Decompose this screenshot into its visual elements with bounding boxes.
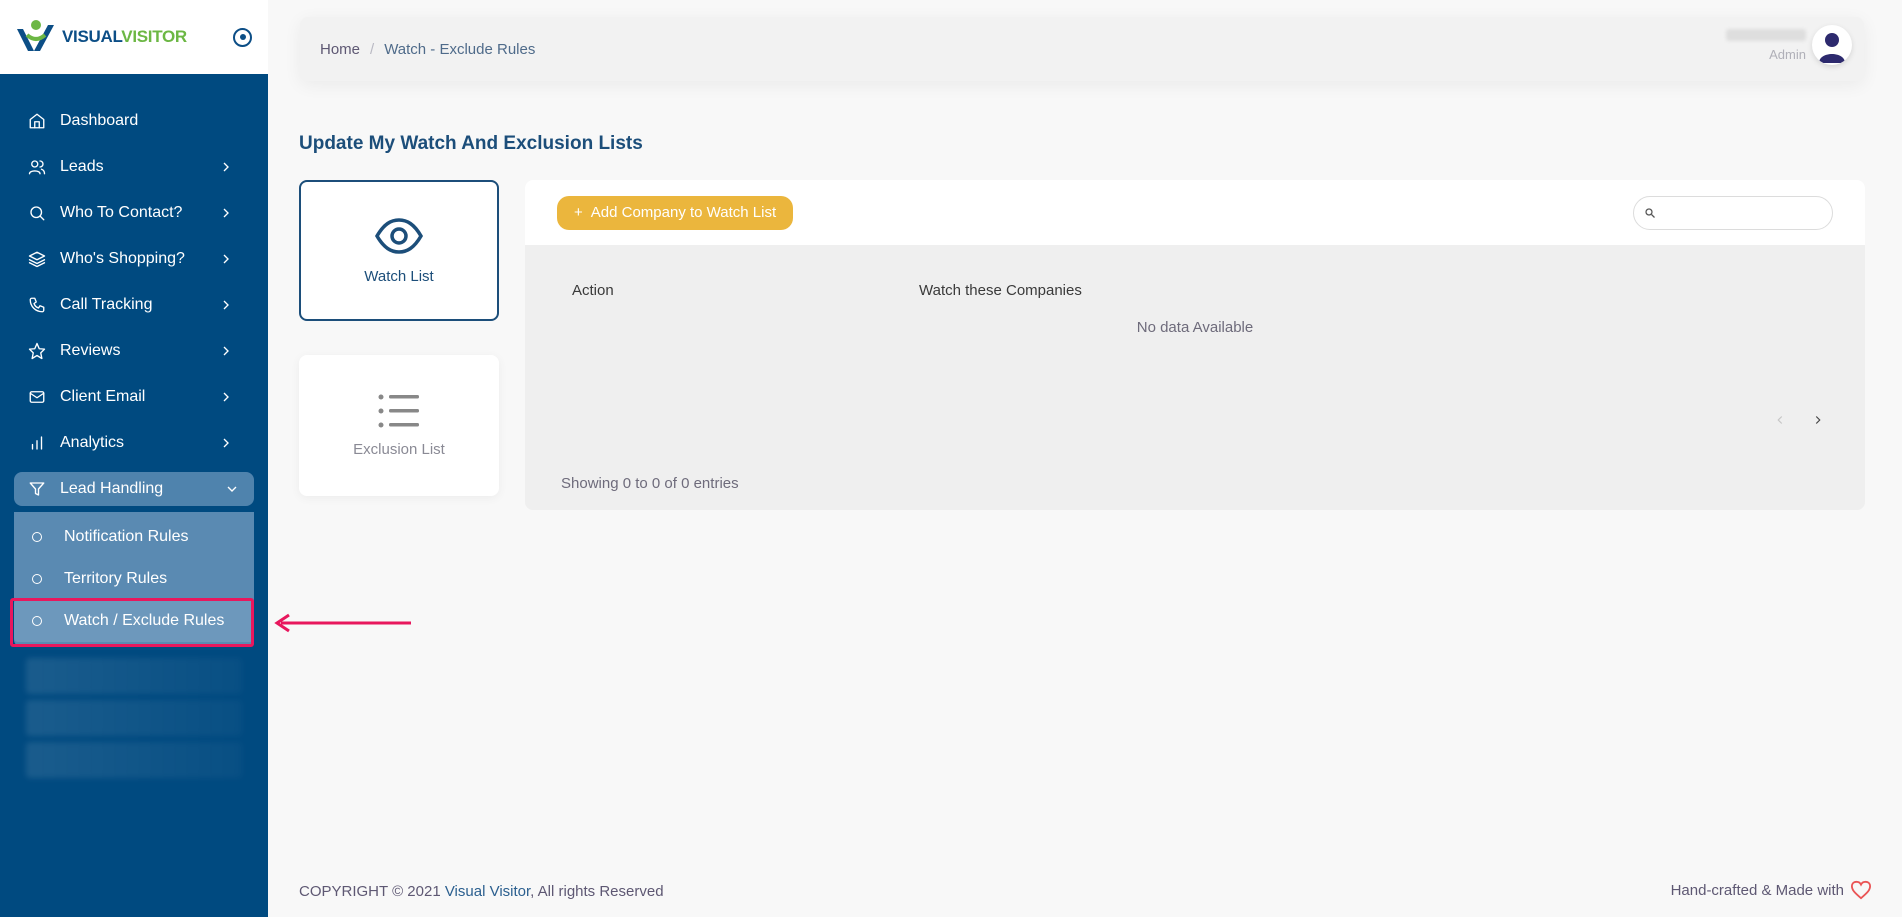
user-avatar-icon [1819,33,1845,63]
chevron-right-icon [218,251,234,267]
avatar[interactable] [1812,25,1852,65]
plus-icon: + [574,204,583,221]
list-icon [378,394,419,428]
chevron-right-icon [218,435,234,451]
collapse-toggle-icon[interactable] [233,27,252,47]
sidebar-item-reviews[interactable]: Reviews [0,328,268,374]
sidebar-subitem-notification-rules[interactable]: Notification Rules [14,516,254,558]
watch-list-panel: + Add Company to Watch List Action Watch… [525,180,1865,510]
mail-icon [28,388,46,406]
highlight-annotation-box [10,598,254,647]
circle-icon [32,532,42,542]
sidebar-item-client-email[interactable]: Client Email [0,374,268,420]
add-company-button-label: Add Company to Watch List [590,204,777,221]
blurred-menu-group [0,658,268,778]
sidebar-item-label: Analytics [60,434,125,451]
table-info-text: Showing 0 to 0 of 0 entries [561,475,739,492]
sidebar-item-label: Who's Shopping? [60,250,185,267]
breadcrumb-home[interactable]: Home [320,41,360,58]
copyright-brand-link[interactable]: Visual Visitor [445,883,530,900]
logo-mark-icon [17,20,54,51]
layers-icon [28,250,46,268]
star-icon [28,342,46,360]
chevron-right-icon [218,159,234,175]
sidebar-item-whos-shopping[interactable]: Who's Shopping? [0,236,268,282]
search-input[interactable] [1633,195,1833,230]
footer-copyright: COPYRIGHT © 2021 Visual Visitor, All rig… [299,883,664,900]
sidebar-item-label: Call Tracking [60,296,153,313]
sidebar-item-label: Dashboard [60,112,139,129]
chevron-down-icon [224,481,240,497]
filter-icon [28,480,46,498]
chevron-right-icon [218,205,234,221]
eye-icon [375,218,423,254]
sidebar-subitem-label: Notification Rules [64,528,189,545]
sidebar-item-label: Lead Handling [60,480,164,497]
user-menu[interactable]: Admin [1726,25,1852,65]
blurred-menu-item [26,700,242,736]
breadcrumb-separator: / [370,40,375,58]
chevron-right-icon [218,389,234,405]
brand-bar: VISUALVISITOR [0,0,268,74]
sidebar-subitem-label: Territory Rules [64,570,168,587]
breadcrumb-current: Watch - Exclude Rules [384,40,536,58]
user-role: Admin [1769,46,1806,62]
circle-icon [32,574,42,584]
empty-state-text: No data Available [1136,319,1254,336]
copyright-prefix: COPYRIGHT © 2021 [299,883,445,900]
chevron-right-icon [218,343,234,359]
sidebar: VISUALVISITOR Dashboard Leads Who To Con… [0,0,268,917]
logo-text: VISUALVISITOR [62,27,187,47]
sidebar-item-dashboard[interactable]: Dashboard [0,98,268,144]
sidebar-item-leads[interactable]: Leads [0,144,268,190]
annotation-arrow-icon [274,613,411,633]
sidebar-nav: Dashboard Leads Who To Contact? Who's Sh… [0,74,268,778]
bar-chart-icon [28,434,46,452]
panel-toolbar: + Add Company to Watch List [525,180,1865,245]
user-name-redacted [1726,28,1806,41]
logo-text-visual: VISUAL [62,27,122,46]
user-meta: Admin [1726,28,1806,62]
tab-exclusion-list[interactable]: Exclusion List [299,355,499,496]
tab-watch-list[interactable]: Watch List [299,180,499,321]
tab-label: Watch List [364,268,434,285]
pagination [1773,413,1825,427]
search-icon [1645,207,1655,218]
home-icon [28,112,46,130]
copyright-suffix: , All rights Reserved [530,883,664,900]
made-with-text: Hand-crafted & Made with [1670,881,1844,899]
top-header: Home / Watch - Exclude Rules Admin [300,17,1864,81]
logo-text-visitor: VISITOR [121,27,187,46]
sidebar-item-lead-handling[interactable]: Lead Handling [14,472,254,506]
sidebar-item-call-tracking[interactable]: Call Tracking [0,282,268,328]
blurred-menu-item [26,742,242,778]
sidebar-item-label: Reviews [60,342,121,359]
phone-icon [28,296,46,314]
blurred-menu-item [26,658,242,694]
logo[interactable]: VISUALVISITOR [14,17,187,57]
add-company-button[interactable]: + Add Company to Watch List [557,195,794,230]
footer-made-with: Hand-crafted & Made with [1671,880,1872,900]
sidebar-item-analytics[interactable]: Analytics [0,420,268,466]
chevron-right-icon[interactable] [1811,413,1825,427]
sidebar-item-label: Who To Contact? [60,204,183,221]
users-icon [28,158,46,176]
chevron-left-icon[interactable] [1773,413,1787,427]
column-header-companies[interactable]: Watch these Companies [919,282,1082,299]
page-title: Update My Watch And Exclusion Lists [299,133,643,154]
search-icon [28,204,46,222]
sidebar-item-label: Client Email [60,388,146,405]
chevron-right-icon [218,297,234,313]
sidebar-item-who-to-contact[interactable]: Who To Contact? [0,190,268,236]
column-header-action[interactable]: Action [572,282,919,299]
sidebar-subitem-territory-rules[interactable]: Territory Rules [14,558,254,600]
sidebar-item-label: Leads [60,158,104,175]
heart-icon [1850,880,1872,900]
tab-label: Exclusion List [353,441,445,458]
